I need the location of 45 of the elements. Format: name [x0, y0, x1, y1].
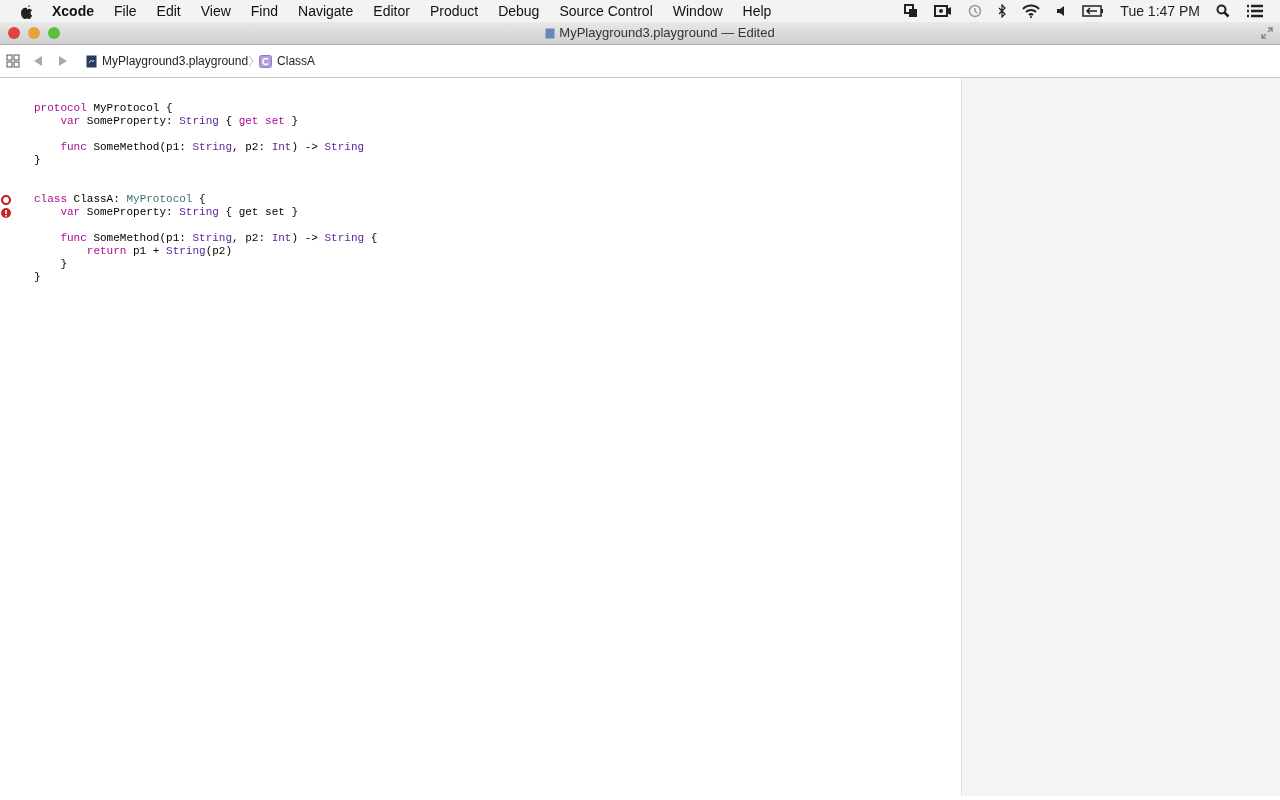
window-icon[interactable] [904, 4, 919, 18]
video-camera-icon[interactable] [934, 5, 953, 17]
speaker-icon[interactable] [1056, 5, 1067, 17]
chevron-icon [248, 55, 255, 67]
menu-item[interactable]: Product [419, 0, 489, 22]
search-icon[interactable] [1216, 4, 1230, 18]
error-icon[interactable] [1, 194, 11, 205]
close-button[interactable] [8, 27, 20, 39]
code-line: } [59, 258, 68, 271]
code-line: return p1 + String(p2) [85, 245, 234, 258]
code-line: var SomeProperty: String { get set } [59, 206, 300, 219]
code-line: func SomeMethod(p1: String, p2: Int) -> String [59, 141, 366, 154]
code-line: } [33, 154, 42, 167]
menu-item[interactable]: Window [662, 0, 733, 22]
menu-item[interactable]: Editor [363, 0, 420, 22]
menu-item[interactable]: Debug [488, 0, 550, 22]
menu-item[interactable]: Help [732, 0, 782, 22]
menu-item[interactable]: File [104, 0, 147, 22]
fullscreen-icon[interactable] [1260, 26, 1274, 40]
breadcrumb-item[interactable]: MyPlayground3.playground [102, 52, 249, 70]
playground-file-icon [86, 54, 97, 68]
battery-icon[interactable] [1082, 5, 1105, 17]
error-icon[interactable] [1, 207, 11, 218]
bluetooth-icon[interactable] [998, 4, 1007, 18]
apple-logo-icon[interactable] [20, 3, 34, 19]
wifi-icon[interactable] [1022, 4, 1041, 18]
code-line: } [33, 271, 42, 284]
code-line: class ClassA: MyProtocol { [33, 193, 207, 206]
class-icon [259, 54, 273, 68]
app-menu[interactable]: Xcode [42, 0, 104, 22]
list-icon[interactable] [1246, 4, 1264, 18]
grid-icon[interactable] [6, 54, 20, 68]
breadcrumb-item[interactable]: ClassA [277, 52, 316, 70]
clock-icon[interactable] [968, 4, 983, 18]
menu-item[interactable]: View [190, 0, 241, 22]
menu-clock[interactable]: Tue 1:47 PM [1120, 0, 1200, 22]
code-line: func SomeMethod(p1: String, p2: Int) -> String { [59, 232, 379, 245]
menu-item[interactable]: Edit [146, 0, 191, 22]
window-title: MyPlayground3.playground — Edited [559, 24, 775, 43]
document-icon [545, 27, 556, 39]
code-line: protocol MyProtocol { [33, 102, 174, 115]
menu-item[interactable]: Source Control [549, 0, 663, 22]
menu-item[interactable]: Navigate [288, 0, 364, 22]
code-line: var SomeProperty: String { get set } [59, 115, 300, 128]
menu-item[interactable]: Find [240, 0, 289, 22]
